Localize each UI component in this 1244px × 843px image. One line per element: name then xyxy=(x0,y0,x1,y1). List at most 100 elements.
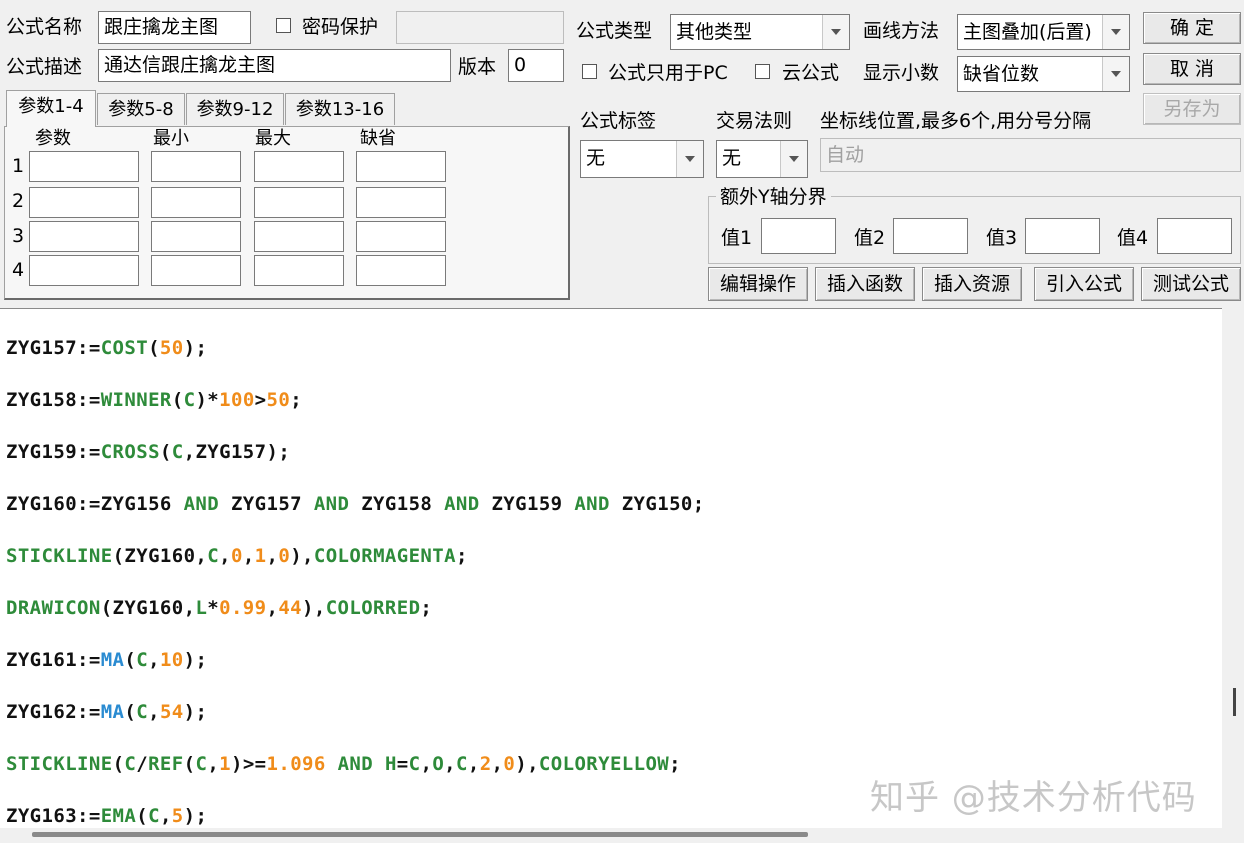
code-token: 100 xyxy=(219,389,255,411)
formula-desc-input[interactable]: 通达信跟庄擒龙主图 xyxy=(98,49,451,82)
tab-params-1-4[interactable]: 参数1-4 xyxy=(6,90,96,127)
code-token: 1.096 xyxy=(266,753,326,775)
code-line[interactable]: STICKLINE(ZYG160,C,0,1,0),COLORMAGENTA; xyxy=(6,545,468,567)
code-token: 0 xyxy=(230,545,243,567)
password-label: 密码保护 xyxy=(302,16,379,38)
param-name-input[interactable] xyxy=(29,255,139,286)
ok-button[interactable]: 确 定 xyxy=(1143,12,1241,44)
trade-rule-select[interactable]: 无 xyxy=(716,140,808,178)
param-name-input[interactable] xyxy=(29,151,139,182)
code-token: , xyxy=(207,753,220,775)
param-default-input[interactable] xyxy=(356,187,446,218)
param-row-number: 4 xyxy=(12,259,25,281)
chevron-down-icon[interactable] xyxy=(1102,15,1129,49)
cloud-checkbox[interactable] xyxy=(755,64,770,79)
code-token: ( xyxy=(124,649,137,671)
code-token: 0 xyxy=(503,753,516,775)
chevron-down-icon[interactable] xyxy=(1102,57,1129,91)
code-token: ZYG163:= xyxy=(6,805,101,827)
code-token: COLORMAGENTA xyxy=(313,545,456,567)
formula-tag-select[interactable]: 无 xyxy=(580,140,704,178)
code-editor[interactable]: ZYG157:=COST(50); ZYG158:=WINNER(C)*100>5… xyxy=(0,308,1222,829)
code-token: ZYG158:= xyxy=(6,389,101,411)
draw-method-select[interactable]: 主图叠加(后置) xyxy=(957,14,1130,50)
code-token: ( xyxy=(136,805,149,827)
code-token: , xyxy=(266,597,279,619)
param-row-number: 1 xyxy=(12,155,25,177)
code-token: )>= xyxy=(231,753,267,775)
code-token: ; xyxy=(669,753,681,775)
vertical-scroll-thumb[interactable] xyxy=(1233,688,1236,716)
horizontal-scrollbar[interactable] xyxy=(0,828,1244,843)
chevron-down-icon[interactable] xyxy=(822,15,849,49)
y-value-3-input[interactable] xyxy=(1025,218,1100,254)
edit-operations-button[interactable]: 编辑操作 xyxy=(708,267,808,301)
param-name-input[interactable] xyxy=(29,187,139,218)
chevron-down-icon[interactable] xyxy=(676,141,703,177)
param-max-input[interactable] xyxy=(254,187,344,218)
code-line[interactable]: ZYG158:=WINNER(C)*100>50; xyxy=(6,389,302,411)
code-token: AND xyxy=(313,493,350,515)
draw-method-value: 主图叠加(后置) xyxy=(963,21,1092,43)
code-line[interactable]: STICKLINE(C/REF(C,1)>=1.096 AND H=C,O,C,… xyxy=(6,753,681,775)
param-header-default: 缺省 xyxy=(360,128,396,149)
param-max-input[interactable] xyxy=(254,221,344,252)
code-token: ZYG157 xyxy=(219,493,314,515)
code-token: ); xyxy=(183,805,208,827)
formula-type-value: 其他类型 xyxy=(676,21,753,43)
code-line[interactable]: ZYG163:=EMA(C,5); xyxy=(6,805,207,827)
password-checkbox[interactable] xyxy=(276,18,291,33)
code-line[interactable]: ZYG157:=COST(50); xyxy=(6,337,207,359)
y-value-1-input[interactable] xyxy=(761,218,836,254)
code-token: , xyxy=(242,545,255,567)
code-token: ; xyxy=(420,597,433,619)
code-line[interactable]: DRAWICON(ZYG160,L*0.99,44),COLORRED; xyxy=(6,597,432,619)
formula-name-input[interactable]: 跟庄擒龙主图 xyxy=(98,11,251,44)
insert-resource-button[interactable]: 插入资源 xyxy=(922,267,1022,301)
horizontal-scroll-thumb[interactable] xyxy=(32,832,808,837)
formula-type-select[interactable]: 其他类型 xyxy=(670,14,850,50)
code-line[interactable]: ZYG162:=MA(C,54); xyxy=(6,701,207,723)
code-token: ); xyxy=(183,337,208,359)
param-max-input[interactable] xyxy=(254,151,344,182)
test-formula-button[interactable]: 测试公式 xyxy=(1141,267,1241,301)
code-token: C xyxy=(136,701,149,723)
tab-params-13-16[interactable]: 参数13-16 xyxy=(285,93,395,125)
insert-function-button[interactable]: 插入函数 xyxy=(815,267,915,301)
password-input[interactable] xyxy=(396,11,564,44)
decimals-select[interactable]: 缺省位数 xyxy=(957,56,1130,92)
pc-only-checkbox[interactable] xyxy=(582,64,597,79)
param-default-input[interactable] xyxy=(356,255,446,286)
save-as-button[interactable]: 另存为 xyxy=(1143,93,1241,125)
code-line[interactable]: ZYG160:=ZYG156 AND ZYG157 AND ZYG158 AND… xyxy=(6,493,705,515)
y-value-3-label: 值3 xyxy=(986,227,1018,249)
code-token: 5 xyxy=(171,805,184,827)
version-input[interactable]: 0 xyxy=(508,49,564,82)
code-token: STICKLINE xyxy=(6,753,113,775)
code-token: ,ZYG157); xyxy=(183,441,291,463)
chevron-down-icon[interactable] xyxy=(780,141,807,177)
param-min-input[interactable] xyxy=(151,151,241,182)
coord-line-input[interactable]: 自动 xyxy=(820,138,1241,172)
y-value-2-input[interactable] xyxy=(893,218,968,254)
cancel-button[interactable]: 取 消 xyxy=(1143,53,1241,85)
y-value-4-input[interactable] xyxy=(1157,218,1232,254)
y-value-4-label: 值4 xyxy=(1117,227,1149,249)
import-formula-button[interactable]: 引入公式 xyxy=(1034,267,1134,301)
y-value-2-label: 值2 xyxy=(854,227,886,249)
param-min-input[interactable] xyxy=(151,255,241,286)
param-default-input[interactable] xyxy=(356,151,446,182)
code-line[interactable]: ZYG159:=CROSS(C,ZYG157); xyxy=(6,441,290,463)
param-default-input[interactable] xyxy=(356,221,446,252)
code-token: / xyxy=(136,753,149,775)
vertical-scrollbar[interactable] xyxy=(1222,308,1244,843)
code-line[interactable]: ZYG161:=MA(C,10); xyxy=(6,649,207,671)
tab-params-9-12[interactable]: 参数9-12 xyxy=(186,93,284,125)
param-min-input[interactable] xyxy=(151,187,241,218)
param-max-input[interactable] xyxy=(254,255,344,286)
param-name-input[interactable] xyxy=(29,221,139,252)
param-min-input[interactable] xyxy=(151,221,241,252)
tab-params-5-8[interactable]: 参数5-8 xyxy=(97,93,185,125)
